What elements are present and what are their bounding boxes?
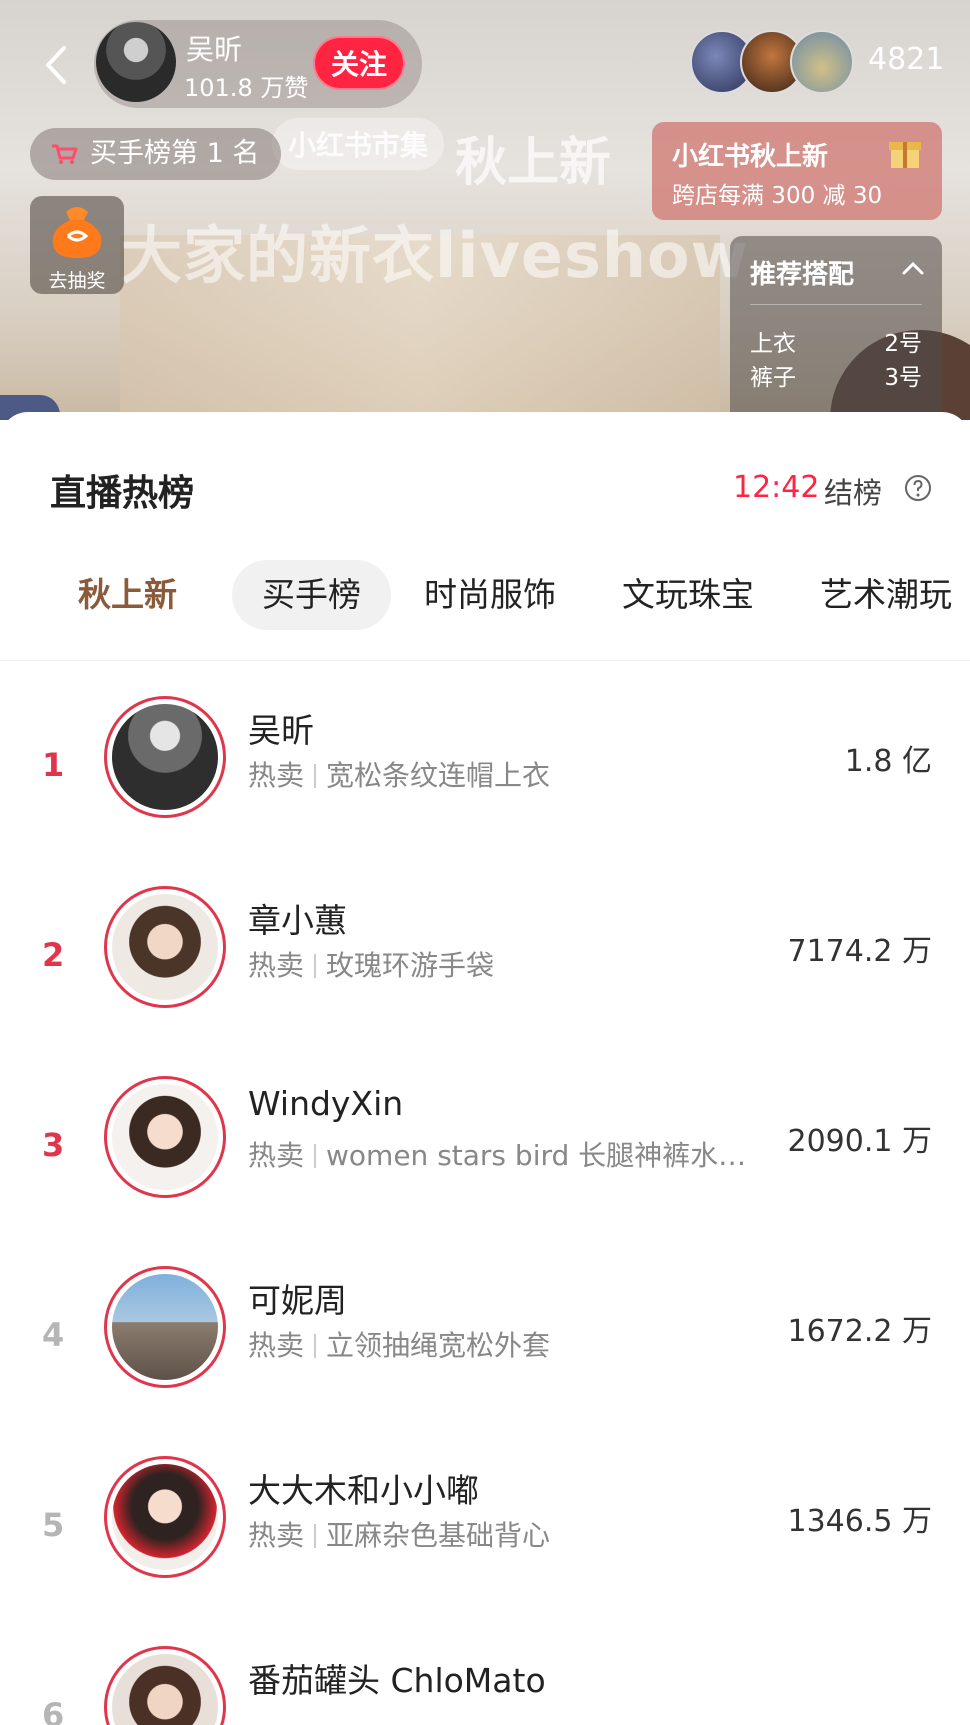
tab-jewelry[interactable]: 文玩珠宝	[622, 560, 754, 630]
help-icon[interactable]	[904, 474, 932, 502]
rank-badge[interactable]: 买手榜第 1 名	[30, 128, 282, 180]
avatar[interactable]	[104, 1456, 226, 1578]
promo-card[interactable]: 小红书秋上新 跨店每满 300 减 30	[652, 122, 942, 220]
hot-item-name: 玫瑰环游手袋	[326, 949, 495, 982]
divider	[314, 1144, 317, 1168]
avatar[interactable]	[104, 1266, 226, 1388]
divider	[0, 660, 970, 661]
rank-number: 1	[42, 746, 65, 784]
divider	[750, 304, 922, 305]
sheet-title: 直播热榜	[50, 473, 195, 514]
item-value: 2号	[884, 331, 922, 357]
category-tabs: 秋上新 买手榜 时尚服饰 文玩珠宝 艺术潮玩	[0, 560, 970, 630]
divider	[314, 1334, 317, 1358]
rank-number: 6	[42, 1696, 65, 1725]
sales-amount: 7174.2 万	[787, 934, 932, 969]
rank-number: 3	[42, 1126, 65, 1164]
hot-item: 热卖 亚麻杂色基础背心	[248, 1514, 550, 1554]
user-name: 番茄罐头 ChloMato	[248, 1661, 546, 1700]
viewer-count: 4821	[868, 42, 945, 77]
banner-show-title: 大家的新衣liveshow	[120, 219, 749, 292]
hot-item: 热卖 宽松条纹连帽上衣	[248, 754, 550, 794]
avatar[interactable]	[104, 886, 226, 1008]
hot-item: 热卖 women stars bird 长腿神裤水…	[248, 1134, 746, 1174]
banner-season: 秋上新	[455, 133, 612, 193]
cart-icon	[52, 144, 78, 164]
divider	[314, 764, 317, 788]
tab-buyer-rank[interactable]: 买手榜	[232, 560, 391, 630]
list-item[interactable]: 4 可妮周 热卖 立领抽绳宽松外套 1672.2 万	[0, 1260, 970, 1450]
user-name: WindyXin	[248, 1084, 404, 1123]
avatar[interactable]	[104, 696, 226, 818]
rank-number: 4	[42, 1316, 65, 1354]
sales-amount: 1346.5 万	[787, 1504, 932, 1539]
banner-market: 小红书市集	[272, 118, 445, 170]
recommended-outfit-panel[interactable]: 推荐搭配 上衣 2号 裤子 3号	[730, 236, 942, 426]
hot-item-name: women stars bird 长腿神裤水…	[326, 1139, 747, 1172]
host-name: 吴昕	[186, 33, 243, 66]
sales-amount: 1.8 亿	[844, 744, 932, 779]
list-item[interactable]: 6 番茄罐头 ChloMato	[0, 1640, 970, 1725]
sales-amount: 2090.1 万	[787, 1124, 932, 1159]
end-label: 结榜	[824, 476, 883, 510]
chevron-left-icon	[46, 46, 66, 84]
avatar[interactable]	[104, 1646, 226, 1725]
hot-label: 热卖	[248, 759, 305, 792]
item-value: 3号	[884, 365, 922, 391]
rank-badge-label: 买手榜第 1 名	[90, 138, 260, 169]
hot-item: 热卖 玫瑰环游手袋	[248, 944, 494, 984]
tab-autumn-new[interactable]: 秋上新	[78, 560, 177, 630]
sales-amount: 1672.2 万	[787, 1314, 932, 1349]
host-likes: 101.8 万赞	[184, 74, 309, 102]
hot-label: 热卖	[248, 1519, 305, 1552]
host-avatar[interactable]	[96, 22, 176, 102]
follow-button[interactable]: 关注	[313, 36, 405, 90]
user-name: 吴昕	[248, 711, 314, 750]
recommended-title: 推荐搭配	[750, 260, 855, 290]
list-item[interactable]: 5 大大木和小小嘟 热卖 亚麻杂色基础背心 1346.5 万	[0, 1450, 970, 1640]
lucky-bag-icon	[52, 207, 102, 258]
list-item[interactable]: 2 章小蕙 热卖 玫瑰环游手袋 7174.2 万	[0, 880, 970, 1070]
list-item[interactable]: 1 吴昕 热卖 宽松条纹连帽上衣 1.8 亿	[0, 690, 970, 880]
tab-art-toys[interactable]: 艺术潮玩	[820, 560, 952, 630]
divider	[314, 954, 317, 978]
hot-item-name: 亚麻杂色基础背心	[326, 1519, 551, 1552]
hot-item-name: 立领抽绳宽松外套	[326, 1329, 551, 1362]
promo-subtitle: 跨店每满 300 减 30	[672, 183, 883, 209]
user-name: 可妮周	[248, 1281, 347, 1320]
chevron-up-icon[interactable]	[900, 258, 926, 278]
lottery-label: 去抽奖	[48, 270, 106, 292]
user-name: 章小蕙	[248, 901, 347, 940]
countdown-timer: 12:42	[733, 470, 820, 505]
list-item[interactable]: 3 WindyXin 热卖 women stars bird 长腿神裤水… 209…	[0, 1070, 970, 1260]
hot-item: 热卖 立领抽绳宽松外套	[248, 1324, 550, 1364]
item-label: 裤子	[750, 365, 796, 391]
rank-number: 2	[42, 936, 65, 974]
item-label: 上衣	[750, 331, 796, 357]
gift-icon	[889, 142, 921, 168]
divider	[314, 1524, 317, 1548]
lottery-button[interactable]: 去抽奖	[30, 196, 124, 294]
promo-title: 小红书秋上新	[672, 142, 829, 172]
user-name: 大大木和小小嘟	[248, 1471, 479, 1510]
hot-label: 热卖	[248, 1329, 305, 1362]
rank-number: 5	[42, 1506, 65, 1544]
avatar[interactable]	[104, 1076, 226, 1198]
tab-fashion[interactable]: 时尚服饰	[424, 560, 556, 630]
back-button[interactable]	[34, 40, 84, 90]
hot-item-name: 宽松条纹连帽上衣	[326, 759, 551, 792]
viewer-avatar	[790, 30, 854, 94]
hot-label: 热卖	[248, 1139, 305, 1172]
hot-label: 热卖	[248, 949, 305, 982]
